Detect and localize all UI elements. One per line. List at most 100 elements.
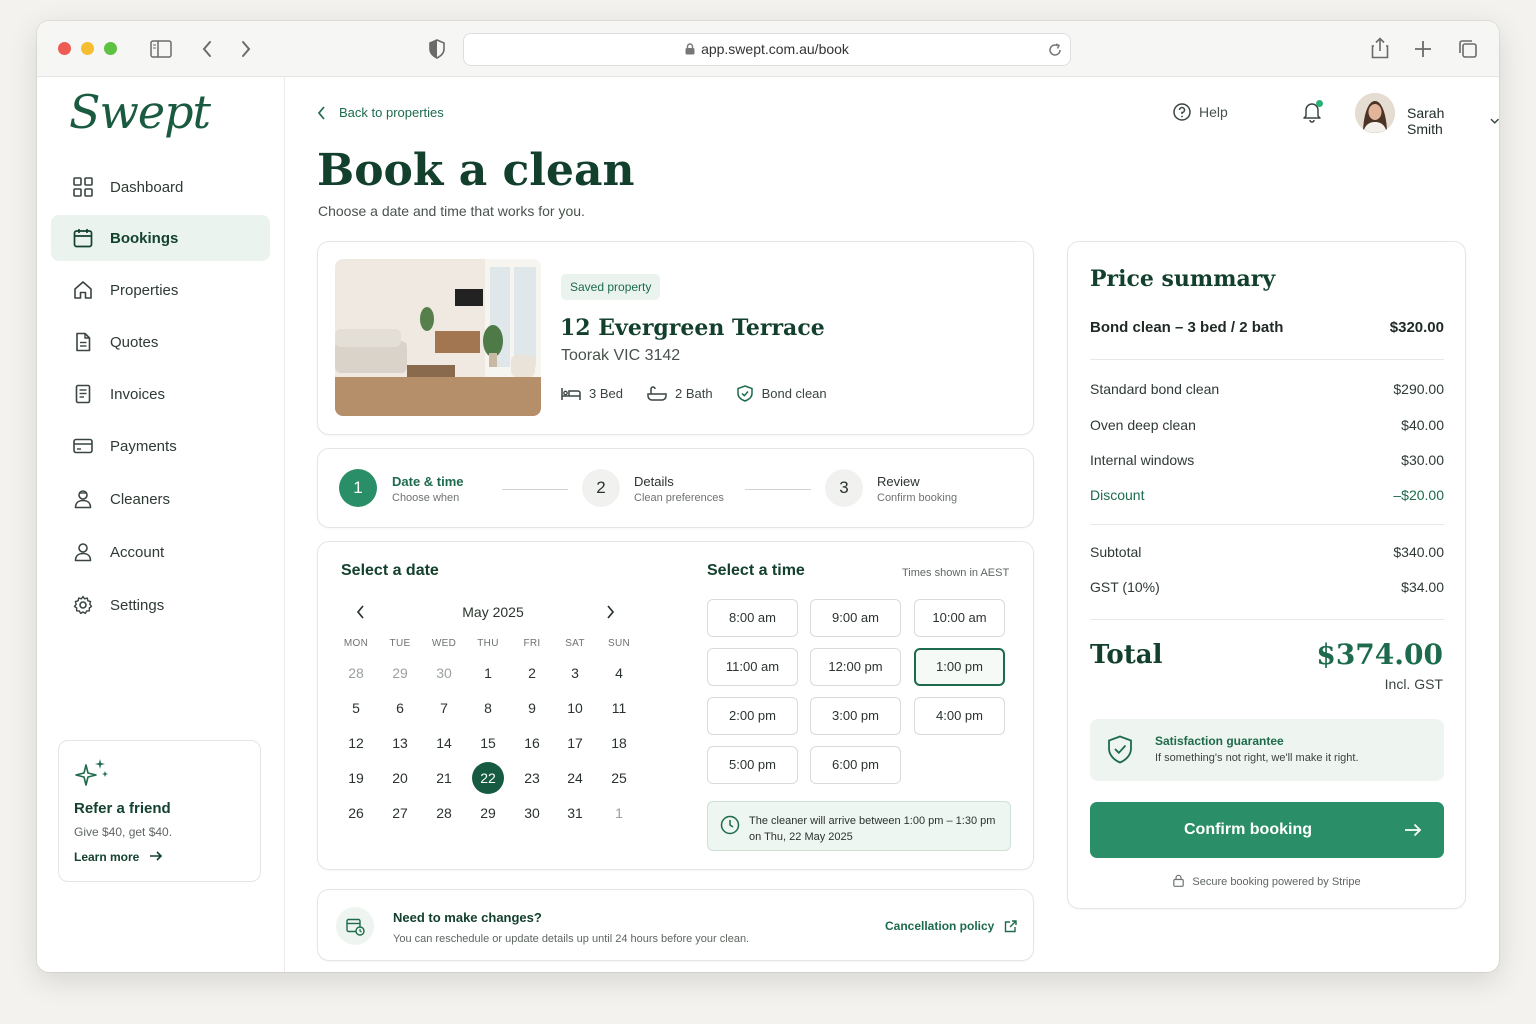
calendar-day[interactable]: 7 [428, 692, 460, 724]
sidebar-item-bookings[interactable]: Bookings [51, 215, 270, 261]
back-to-properties-link[interactable]: Back to properties [317, 105, 444, 120]
calendar-day[interactable]: 2 [516, 657, 548, 689]
package-row: Bond clean – 3 bed / 2 bath $320.00 [1090, 319, 1444, 336]
forward-arrow-icon[interactable] [240, 40, 252, 58]
tab-overview-icon[interactable] [1458, 39, 1478, 59]
help-label: Help [1199, 104, 1228, 120]
sidebar-item-cleaners[interactable]: Cleaners [51, 476, 270, 522]
calendar-day[interactable]: 9 [516, 692, 548, 724]
calendar-day[interactable]: 13 [384, 727, 416, 759]
address-bar[interactable]: app.swept.com.au/book [463, 33, 1071, 66]
calendar-day[interactable]: 4 [603, 657, 635, 689]
calendar-day[interactable]: 8 [472, 692, 504, 724]
previous-month-button[interactable] [356, 605, 366, 619]
sidebar-item-label: Payments [110, 437, 177, 455]
time-slot-button[interactable]: 1:00 pm [914, 648, 1005, 686]
calendar-day[interactable]: 10 [559, 692, 591, 724]
sidebar-item-invoices[interactable]: Invoices [51, 371, 270, 417]
arrival-window-text: The cleaner will arrive between 1:00 pm … [749, 813, 995, 845]
calendar-day[interactable]: 6 [384, 692, 416, 724]
calendar-day[interactable]: 1 [472, 657, 504, 689]
user-menu[interactable]: Sarah Smith [1407, 105, 1499, 137]
next-month-button[interactable] [605, 605, 615, 619]
sidebar-item-dashboard[interactable]: Dashboard [51, 164, 270, 210]
total-note: Incl. GST [1384, 676, 1443, 692]
calendar-day[interactable]: 5 [340, 692, 372, 724]
line-item-row: Standard bond clean $290.00 [1090, 381, 1444, 397]
calendar-day[interactable]: 29 [472, 797, 504, 829]
calendar-day[interactable]: 27 [384, 797, 416, 829]
calendar-day[interactable]: 23 [516, 762, 548, 794]
home-icon [74, 281, 92, 299]
time-slot-button[interactable]: 11:00 am [707, 648, 798, 686]
time-slot-button[interactable]: 3:00 pm [810, 697, 901, 735]
user-avatar-image [1355, 93, 1395, 133]
time-slot-button[interactable]: 9:00 am [810, 599, 901, 637]
calendar-day[interactable]: 28 [428, 797, 460, 829]
sidebar-item-label: Account [110, 543, 165, 561]
avatar[interactable] [1355, 93, 1395, 133]
time-slot-button[interactable]: 5:00 pm [707, 746, 798, 784]
learn-more-link[interactable]: Learn more [74, 850, 163, 864]
baths-count: 2 Bath [674, 386, 713, 401]
brand-logo[interactable]: Swept [69, 85, 211, 139]
time-slot-button[interactable]: 6:00 pm [810, 746, 901, 784]
step-connector [502, 489, 568, 490]
discount-value: –$20.00 [1393, 487, 1444, 503]
calendar-day[interactable]: 20 [384, 762, 416, 794]
calendar-day[interactable]: 26 [340, 797, 372, 829]
sidebar-toggle-icon[interactable] [150, 40, 172, 58]
minimize-window-button[interactable] [81, 42, 94, 55]
calendar-day[interactable]: 18 [603, 727, 635, 759]
calendar-day[interactable]: 3 [559, 657, 591, 689]
calendar-day[interactable]: 14 [428, 727, 460, 759]
calendar-day[interactable]: 16 [516, 727, 548, 759]
calendar-day[interactable]: 17 [559, 727, 591, 759]
sidebar-item-quotes[interactable]: Quotes [51, 319, 270, 365]
calendar-day[interactable]: 19 [340, 762, 372, 794]
calendar-day[interactable]: 21 [428, 762, 460, 794]
package-price: $320.00 [1389, 319, 1444, 336]
share-icon[interactable] [1371, 37, 1389, 59]
gear-icon [73, 595, 93, 615]
help-circle-icon [1173, 103, 1191, 121]
time-slot-button[interactable]: 2:00 pm [707, 697, 798, 735]
sidebar-item-settings[interactable]: Settings [51, 582, 270, 628]
sidebar-item-label: Properties [110, 281, 179, 299]
new-tab-icon[interactable] [1414, 40, 1432, 58]
notifications-button[interactable] [1302, 100, 1323, 128]
calendar-day[interactable]: 31 [559, 797, 591, 829]
booking-steps: 1 Date & time Choose when 2 Details Clea… [317, 448, 1034, 528]
bed-icon [561, 387, 581, 400]
time-slot-button[interactable]: 12:00 pm [810, 648, 901, 686]
calendar-day[interactable]: 12 [340, 727, 372, 759]
time-slot-button[interactable]: 10:00 am [914, 599, 1005, 637]
time-slot-button[interactable]: 8:00 am [707, 599, 798, 637]
calendar-day[interactable]: 24 [559, 762, 591, 794]
guarantee-box: Satisfaction guarantee If something's no… [1090, 719, 1444, 781]
sidebar-item-label: Quotes [110, 333, 159, 351]
time-slot-button[interactable]: 4:00 pm [914, 697, 1005, 735]
calendar-day[interactable]: 30 [516, 797, 548, 829]
sparkle-icon [75, 759, 108, 786]
sidebar-item-account[interactable]: Account [51, 529, 270, 575]
weekday-header: SUN [607, 638, 630, 649]
close-window-button[interactable] [58, 42, 71, 55]
calendar-day[interactable]: 25 [603, 762, 635, 794]
cancellation-policy-link[interactable]: Cancellation policy [885, 919, 1018, 933]
calendar-day[interactable]: 22 [472, 762, 504, 794]
calendar-day[interactable]: 15 [472, 727, 504, 759]
reload-icon[interactable] [1048, 43, 1062, 57]
secure-note: Secure booking powered by Stripe [1090, 874, 1444, 888]
clock-icon [720, 815, 740, 835]
privacy-shield-icon[interactable] [429, 39, 445, 59]
calendar-day[interactable]: 11 [603, 692, 635, 724]
back-arrow-icon[interactable] [201, 40, 213, 58]
subtotal-label: Subtotal [1090, 544, 1142, 560]
sidebar-item-properties[interactable]: Properties [51, 267, 270, 313]
shield-check-icon [1108, 735, 1132, 764]
help-button[interactable]: Help [1173, 103, 1228, 121]
maximize-window-button[interactable] [104, 42, 117, 55]
sidebar-item-payments[interactable]: Payments [51, 423, 270, 469]
confirm-booking-button[interactable]: Confirm booking [1090, 802, 1444, 858]
